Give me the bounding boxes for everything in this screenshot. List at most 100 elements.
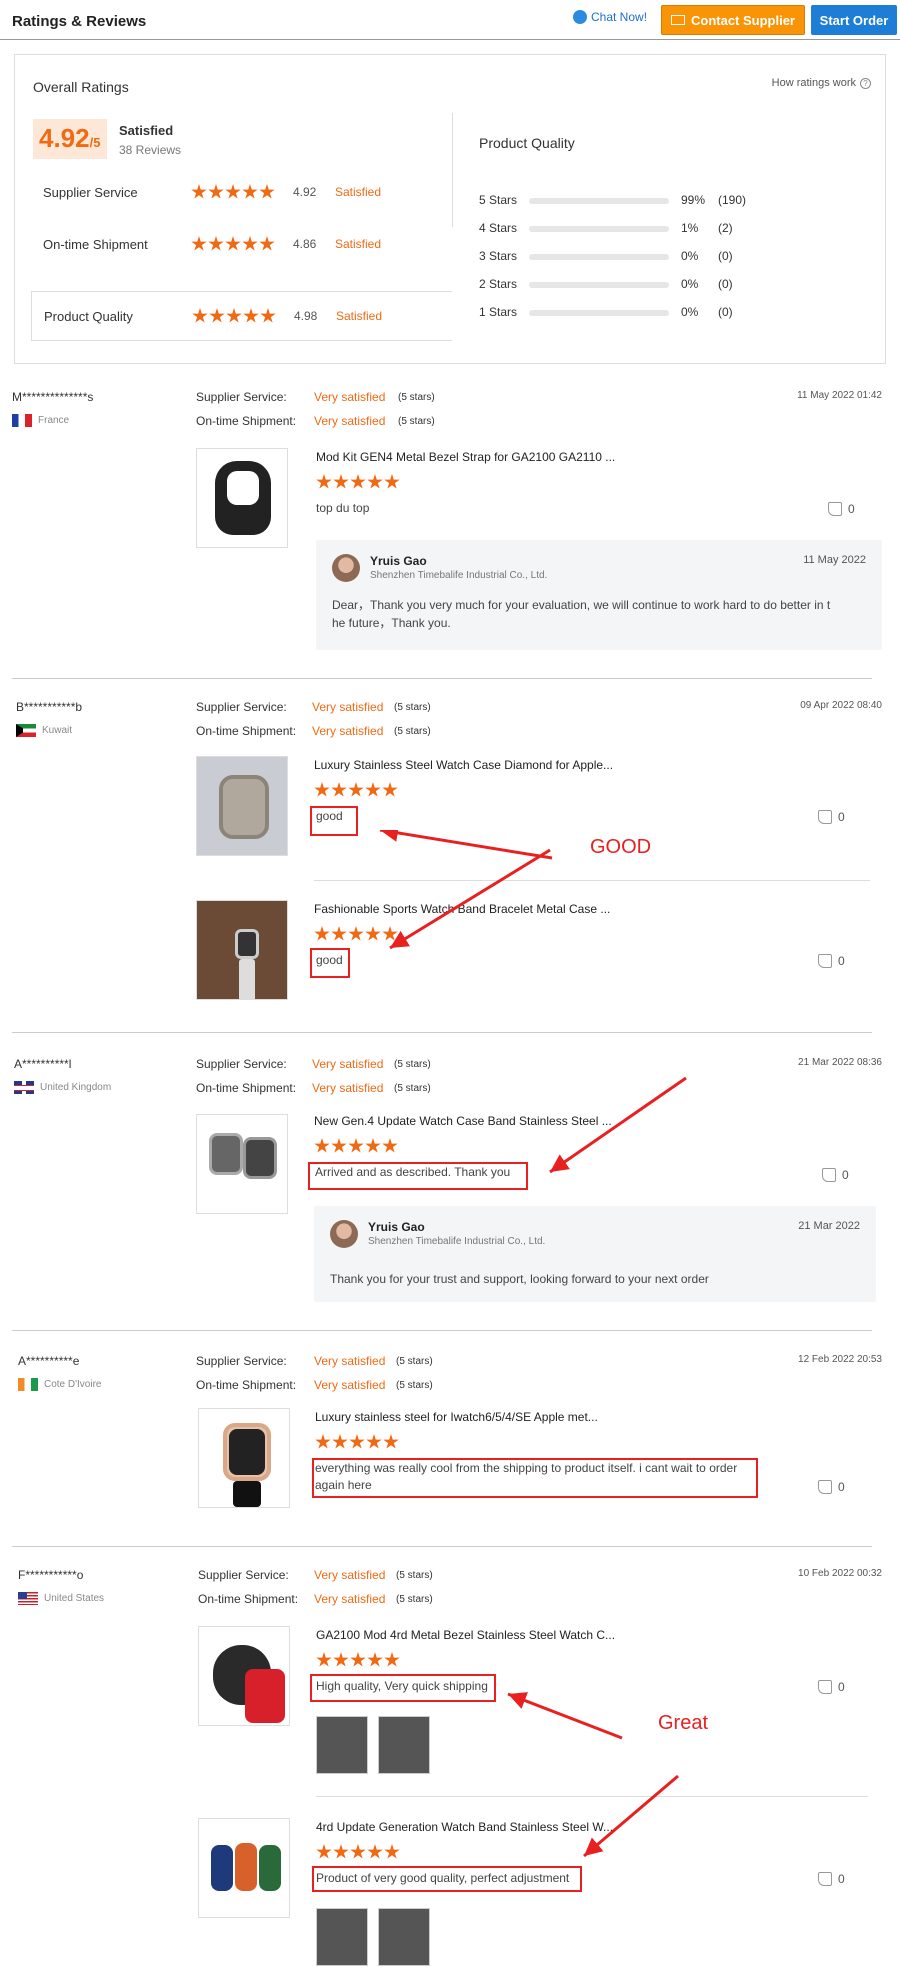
- product-rating-stars: [314, 1138, 398, 1154]
- bar-track: [529, 254, 669, 260]
- chat-now-label: Chat Now!: [591, 10, 648, 24]
- country-name: France: [38, 415, 70, 426]
- rating-value: 4.86: [293, 237, 317, 251]
- bar-label: 5 Stars: [479, 193, 518, 207]
- ontime-shipment-value: Very satisfied: [314, 1592, 386, 1606]
- watch-image: [243, 1137, 277, 1179]
- star-icon: [208, 236, 224, 251]
- star-icon: [367, 1844, 383, 1859]
- product-thumbnail[interactable]: [196, 900, 288, 1000]
- rating-row-product-quality[interactable]: Product Quality 4.98 Satisfied: [31, 291, 452, 341]
- watch-image: [211, 1845, 233, 1891]
- rating-value: 4.92: [293, 185, 317, 199]
- watch-image: [219, 775, 269, 839]
- like-button[interactable]: 0: [818, 1680, 845, 1694]
- product-title[interactable]: GA2100 Mod 4rd Metal Bezel Stainless Ste…: [316, 1628, 615, 1642]
- reply-author: Yruis Gao: [370, 554, 427, 568]
- quality-bar-3: 3 Stars 0% (0): [479, 247, 879, 265]
- overall-score-suffix: /5: [89, 135, 101, 150]
- review-photo[interactable]: [316, 1908, 368, 1966]
- star-icon: [242, 184, 258, 199]
- like-button[interactable]: 0: [822, 1168, 849, 1182]
- reply-date: 11 May 2022: [803, 554, 866, 566]
- product-thumbnail[interactable]: [198, 1626, 290, 1726]
- supplier-service-label: Supplier Service:: [196, 1057, 287, 1071]
- product-title[interactable]: Luxury Stainless Steel Watch Case Diamon…: [314, 758, 613, 772]
- supplier-service-stars: (5 stars): [394, 702, 431, 713]
- like-button[interactable]: 0: [818, 810, 845, 824]
- watch-band: [239, 959, 255, 999]
- rating-value: 4.98: [294, 309, 318, 323]
- star-icon: [332, 1434, 348, 1449]
- reply-text: Dear，Thank you very much for your evalua…: [332, 596, 830, 632]
- product-title[interactable]: Luxury stainless steel for Iwatch6/5/4/S…: [315, 1410, 598, 1424]
- supplier-service-value: Very satisfied: [312, 700, 384, 714]
- review-date: 21 Mar 2022 08:36: [798, 1057, 882, 1068]
- thumbs-up-icon: [828, 502, 842, 516]
- reply-text: Thank you for your trust and support, lo…: [330, 1272, 709, 1286]
- star-icon: [366, 1434, 382, 1449]
- page-header: Ratings & Reviews Chat Now! Contact Supp…: [0, 0, 900, 40]
- bar-track: [529, 226, 669, 232]
- chat-now-link[interactable]: Chat Now!: [573, 10, 647, 24]
- overall-score: 4.92/5: [33, 119, 107, 159]
- review-date: 11 May 2022 01:42: [797, 390, 882, 401]
- like-count: 0: [838, 954, 845, 968]
- product-thumbnail[interactable]: [196, 1114, 288, 1214]
- supplier-service-stars: (5 stars): [396, 1356, 433, 1367]
- review-divider: [12, 678, 872, 679]
- product-thumbnail[interactable]: [198, 1408, 290, 1508]
- product-rating-stars: [314, 782, 398, 798]
- annotation-arrows: [379, 830, 553, 950]
- bar-percent: 0%: [681, 277, 699, 291]
- supplier-service-value: Very satisfied: [314, 390, 386, 404]
- star-icon: [259, 236, 275, 251]
- star-icon: [350, 1652, 366, 1667]
- quality-bar-5: 5 Stars 99% (190): [479, 191, 879, 209]
- review-photo[interactable]: [378, 1716, 430, 1774]
- watch-band: [245, 1669, 285, 1723]
- star-icon: [191, 184, 207, 199]
- star-icon: [367, 1652, 383, 1667]
- quality-bar-4: 4 Stars 1% (2): [479, 219, 879, 237]
- like-button[interactable]: 0: [828, 502, 855, 516]
- bar-count: (0): [718, 305, 733, 319]
- product-title[interactable]: Mod Kit GEN4 Metal Bezel Strap for GA210…: [316, 450, 615, 464]
- review-photo[interactable]: [316, 1716, 368, 1774]
- review-photo[interactable]: [378, 1908, 430, 1966]
- star-icon: [382, 782, 398, 797]
- supplier-service-stars: (5 stars): [396, 1570, 433, 1581]
- star-icon: [384, 1652, 400, 1667]
- ontime-shipment-stars: (5 stars): [396, 1594, 433, 1605]
- rating-status: Satisfied: [335, 237, 382, 251]
- star-icon: [350, 474, 366, 489]
- product-thumbnail[interactable]: [198, 1818, 290, 1918]
- product-thumbnail[interactable]: [196, 756, 288, 856]
- star-icon: [260, 308, 276, 323]
- like-button[interactable]: 0: [818, 1480, 845, 1494]
- star-icon: [316, 1844, 332, 1859]
- product-thumbnail[interactable]: [196, 448, 288, 548]
- star-icon: [365, 1138, 381, 1153]
- start-order-button[interactable]: Start Order: [811, 5, 897, 35]
- annotation-label: GOOD: [590, 836, 652, 858]
- reviewer-name: B***********b: [16, 700, 83, 714]
- highlight-box: [312, 1866, 582, 1892]
- country-name: Cote D'Ivoire: [44, 1379, 102, 1390]
- watch-image: [209, 1133, 243, 1175]
- ontime-shipment-stars: (5 stars): [396, 1380, 433, 1391]
- star-icon: [192, 308, 208, 323]
- bar-percent: 1%: [681, 221, 699, 235]
- contact-supplier-button[interactable]: Contact Supplier: [661, 5, 805, 35]
- star-icon: [243, 308, 259, 323]
- like-count: 0: [838, 1680, 845, 1694]
- rating-status: Satisfied: [335, 185, 382, 199]
- like-count: 0: [838, 810, 845, 824]
- like-button[interactable]: 0: [818, 954, 845, 968]
- bar-track: [529, 282, 669, 288]
- product-quality-title: Product Quality: [479, 135, 575, 151]
- star-icon: [331, 1138, 347, 1153]
- how-ratings-work-link[interactable]: How ratings work ?: [772, 77, 871, 89]
- like-button[interactable]: 0: [818, 1872, 845, 1886]
- ontime-shipment-stars: (5 stars): [394, 726, 431, 737]
